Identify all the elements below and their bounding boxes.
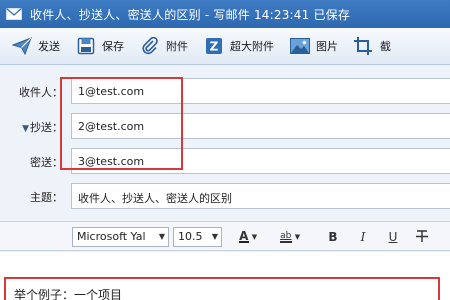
mail-icon xyxy=(6,7,22,21)
body-highlight-box xyxy=(4,277,440,300)
save-icon xyxy=(76,37,96,55)
strikethrough-button[interactable] xyxy=(414,228,430,246)
bcc-label: 密送： xyxy=(30,156,63,169)
underline-button[interactable]: U xyxy=(386,228,400,246)
font-color-button[interactable]: A ▼ xyxy=(236,228,260,246)
highlight-color-button[interactable]: ab ▼ xyxy=(276,228,304,246)
screenshot-label: 截 xyxy=(380,40,391,53)
save-label: 保存 xyxy=(102,40,124,53)
to-label: 收件人： xyxy=(19,86,63,99)
font-family-select[interactable]: Microsoft Yal ▼ xyxy=(72,227,169,247)
chevron-down-icon: ▼ xyxy=(251,233,258,241)
image-button[interactable]: 图片 xyxy=(290,37,338,55)
font-size-select[interactable]: 10.5 ▼ xyxy=(173,227,222,247)
highlight-icon: ab xyxy=(279,230,292,243)
send-button[interactable]: 发送 xyxy=(12,37,60,55)
attachment-button[interactable]: 附件 xyxy=(140,37,188,55)
large-attachment-button[interactable]: Z 超大附件 xyxy=(204,37,274,55)
bold-icon: B xyxy=(328,230,338,244)
large-attachment-icon: Z xyxy=(204,37,224,55)
image-label: 图片 xyxy=(316,40,338,53)
image-icon xyxy=(290,37,310,55)
font-color-icon: A xyxy=(238,229,249,243)
chevron-down-icon: ▼ xyxy=(211,232,218,241)
subject-label: 主题： xyxy=(30,191,63,204)
crop-icon xyxy=(354,37,374,55)
chevron-down-icon: ▼ xyxy=(294,233,301,241)
underline-icon: U xyxy=(388,230,398,244)
paperclip-icon xyxy=(140,37,160,55)
italic-icon: I xyxy=(360,230,366,244)
send-icon xyxy=(12,37,32,55)
save-button[interactable]: 保存 xyxy=(76,37,124,55)
subject-row: 主题： 收件人、抄送人、密送人的区别 xyxy=(0,183,450,209)
send-label: 发送 xyxy=(38,40,60,53)
chevron-down-icon: ▼ xyxy=(158,232,165,241)
cc-label-wrap: ▼抄送： xyxy=(0,119,63,135)
font-size-value: 10.5 xyxy=(178,230,203,243)
large-attachment-label: 超大附件 xyxy=(230,40,274,53)
screenshot-button[interactable]: 截 xyxy=(354,37,391,55)
expand-triangle-icon[interactable]: ▼ xyxy=(22,124,29,134)
svg-text:Z: Z xyxy=(210,40,219,54)
strikethrough-icon xyxy=(415,229,429,246)
subject-field[interactable]: 收件人、抄送人、密送人的区别 xyxy=(71,183,450,209)
subject-value: 收件人、抄送人、密送人的区别 xyxy=(78,192,232,205)
window-titlebar: 收件人、抄送人、密送人的区别 - 写邮件 14:23:41 已保存 xyxy=(0,0,450,28)
italic-button[interactable]: I xyxy=(356,228,370,246)
format-toolbar: Microsoft Yal ▼ 10.5 ▼ A ▼ ab ▼ B I U xyxy=(0,221,450,251)
compose-toolbar: 发送 保存 附件 Z 超大附件 图片 截 xyxy=(0,28,450,65)
font-family-value: Microsoft Yal xyxy=(77,230,146,243)
cc-label: 抄送： xyxy=(30,121,63,134)
window-title: 收件人、抄送人、密送人的区别 - 写邮件 14:23:41 已保存 xyxy=(30,7,351,22)
attachment-label: 附件 xyxy=(166,40,188,53)
recipients-highlight-box xyxy=(60,77,183,170)
bold-button[interactable]: B xyxy=(326,228,340,246)
